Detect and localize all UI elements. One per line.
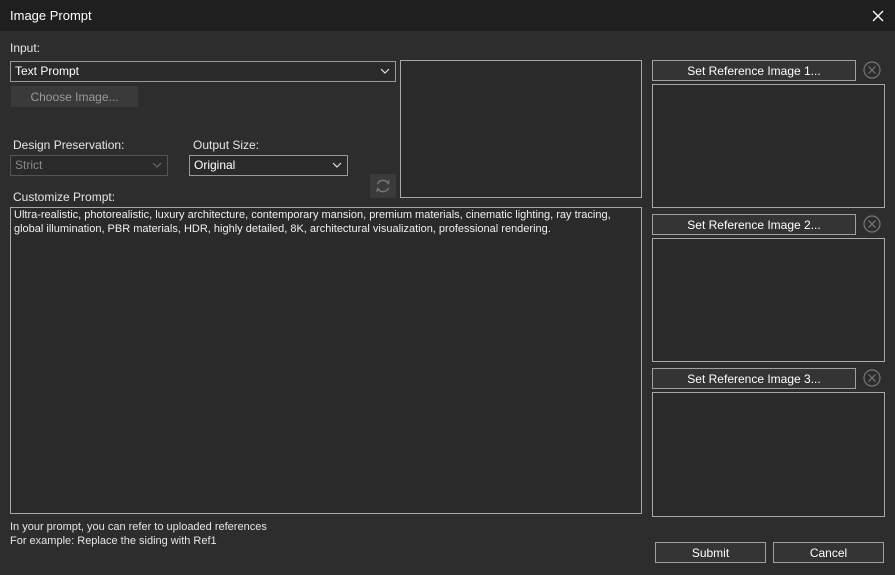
submit-button[interactable]: Submit bbox=[655, 542, 766, 563]
image-prompt-dialog: Image Prompt Input: Text Prompt Choose I… bbox=[0, 0, 895, 575]
title-bar: Image Prompt bbox=[0, 0, 895, 31]
input-label: Input: bbox=[10, 41, 41, 55]
hint-line-1: In your prompt, you can refer to uploade… bbox=[10, 521, 267, 533]
output-size-value: Original bbox=[194, 158, 236, 172]
output-size-label: Output Size: bbox=[193, 138, 260, 152]
design-preservation-dropdown[interactable]: Strict bbox=[10, 155, 168, 176]
set-reference-image-2-button[interactable]: Set Reference Image 2... bbox=[652, 214, 856, 235]
chevron-down-icon bbox=[152, 162, 162, 168]
input-image-preview bbox=[400, 60, 642, 198]
reference-image-2-preview bbox=[652, 238, 885, 362]
customize-prompt-textarea[interactable]: Ultra-realistic, photorealistic, luxury … bbox=[10, 207, 642, 514]
reference-image-3-preview bbox=[652, 392, 885, 517]
clear-reference-1-button[interactable] bbox=[862, 60, 882, 80]
design-preservation-value: Strict bbox=[15, 158, 43, 172]
clear-circle-x-icon bbox=[863, 369, 881, 387]
reference-image-1-preview bbox=[652, 84, 885, 208]
close-icon bbox=[872, 10, 884, 21]
clear-reference-3-button[interactable] bbox=[862, 368, 882, 388]
refresh-button[interactable] bbox=[370, 174, 396, 198]
chevron-down-icon bbox=[380, 68, 390, 74]
close-button[interactable] bbox=[861, 0, 895, 31]
clear-circle-x-icon bbox=[863, 61, 881, 79]
window-title: Image Prompt bbox=[10, 8, 92, 23]
input-dropdown-value: Text Prompt bbox=[15, 64, 80, 78]
clear-reference-2-button[interactable] bbox=[862, 214, 882, 234]
set-reference-image-1-button[interactable]: Set Reference Image 1... bbox=[652, 60, 856, 81]
chevron-down-icon bbox=[332, 162, 342, 168]
output-size-dropdown[interactable]: Original bbox=[189, 155, 348, 176]
hint-line-2: For example: Replace the siding with Ref… bbox=[10, 535, 217, 547]
design-preservation-label: Design Preservation: bbox=[13, 138, 125, 152]
input-dropdown[interactable]: Text Prompt bbox=[10, 61, 396, 82]
refresh-icon bbox=[376, 179, 390, 193]
choose-image-button[interactable]: Choose Image... bbox=[11, 86, 138, 107]
clear-circle-x-icon bbox=[863, 215, 881, 233]
customize-prompt-label: Customize Prompt: bbox=[13, 190, 116, 204]
set-reference-image-3-button[interactable]: Set Reference Image 3... bbox=[652, 368, 856, 389]
cancel-button[interactable]: Cancel bbox=[773, 542, 884, 563]
